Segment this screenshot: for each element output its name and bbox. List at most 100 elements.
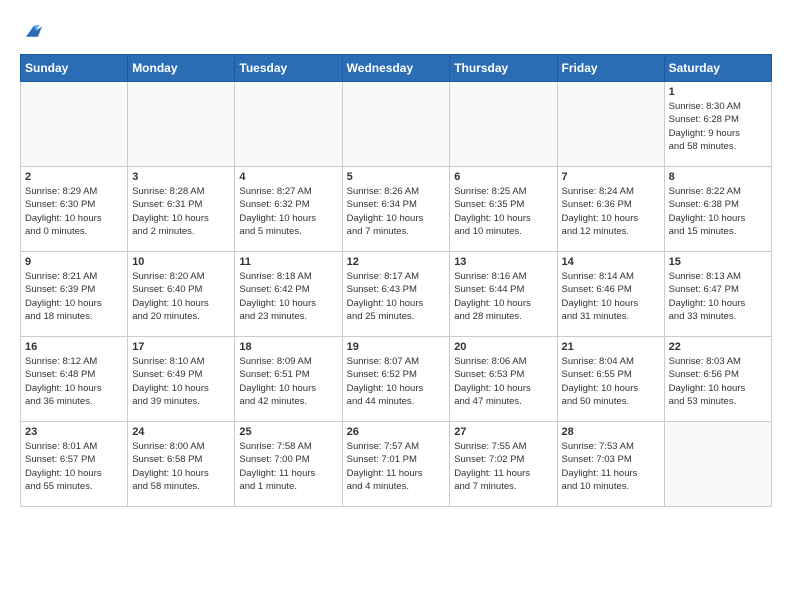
- day-info: Sunrise: 8:01 AM Sunset: 6:57 PM Dayligh…: [25, 440, 123, 493]
- day-number: 22: [669, 341, 767, 353]
- day-number: 8: [669, 171, 767, 183]
- calendar-cell-0-4: [450, 82, 557, 167]
- calendar-cell-1-1: 3 Sunrise: 8:28 AM Sunset: 6:31 PM Daylig…: [128, 167, 235, 252]
- day-number: 10: [132, 256, 230, 268]
- calendar-cell-4-3: 26 Sunrise: 7:57 AM Sunset: 7:01 PM Dayli…: [342, 422, 450, 507]
- calendar-cell-2-1: 10 Sunrise: 8:20 AM Sunset: 6:40 PM Dayli…: [128, 252, 235, 337]
- day-number: 9: [25, 256, 123, 268]
- calendar-cell-3-4: 20 Sunrise: 8:06 AM Sunset: 6:53 PM Dayli…: [450, 337, 557, 422]
- week-row-5: 23 Sunrise: 8:01 AM Sunset: 6:57 PM Dayli…: [21, 422, 772, 507]
- day-info: Sunrise: 8:09 AM Sunset: 6:51 PM Dayligh…: [239, 355, 337, 408]
- weekday-header-wednesday: Wednesday: [342, 55, 450, 82]
- calendar-cell-0-0: [21, 82, 128, 167]
- calendar-cell-2-4: 13 Sunrise: 8:16 AM Sunset: 6:44 PM Dayli…: [450, 252, 557, 337]
- calendar-cell-1-5: 7 Sunrise: 8:24 AM Sunset: 6:36 PM Daylig…: [557, 167, 664, 252]
- week-row-4: 16 Sunrise: 8:12 AM Sunset: 6:48 PM Dayli…: [21, 337, 772, 422]
- day-number: 24: [132, 426, 230, 438]
- calendar-cell-2-6: 15 Sunrise: 8:13 AM Sunset: 6:47 PM Dayli…: [664, 252, 771, 337]
- day-number: 28: [562, 426, 660, 438]
- header: [20, 20, 772, 44]
- calendar-cell-3-6: 22 Sunrise: 8:03 AM Sunset: 6:56 PM Dayli…: [664, 337, 771, 422]
- day-info: Sunrise: 8:20 AM Sunset: 6:40 PM Dayligh…: [132, 270, 230, 323]
- day-info: Sunrise: 8:21 AM Sunset: 6:39 PM Dayligh…: [25, 270, 123, 323]
- day-info: Sunrise: 8:25 AM Sunset: 6:35 PM Dayligh…: [454, 185, 552, 238]
- day-info: Sunrise: 8:00 AM Sunset: 6:58 PM Dayligh…: [132, 440, 230, 493]
- day-number: 23: [25, 426, 123, 438]
- weekday-header-row: SundayMondayTuesdayWednesdayThursdayFrid…: [21, 55, 772, 82]
- day-info: Sunrise: 8:14 AM Sunset: 6:46 PM Dayligh…: [562, 270, 660, 323]
- day-number: 4: [239, 171, 337, 183]
- day-number: 25: [239, 426, 337, 438]
- day-number: 13: [454, 256, 552, 268]
- calendar-cell-2-3: 12 Sunrise: 8:17 AM Sunset: 6:43 PM Dayli…: [342, 252, 450, 337]
- calendar-cell-4-4: 27 Sunrise: 7:55 AM Sunset: 7:02 PM Dayli…: [450, 422, 557, 507]
- day-number: 20: [454, 341, 552, 353]
- day-info: Sunrise: 8:13 AM Sunset: 6:47 PM Dayligh…: [669, 270, 767, 323]
- day-number: 19: [347, 341, 446, 353]
- weekday-header-thursday: Thursday: [450, 55, 557, 82]
- day-number: 26: [347, 426, 446, 438]
- day-info: Sunrise: 8:12 AM Sunset: 6:48 PM Dayligh…: [25, 355, 123, 408]
- calendar-cell-2-5: 14Sunrise: 8:14 AM Sunset: 6:46 PM Dayli…: [557, 252, 664, 337]
- day-info: Sunrise: 8:28 AM Sunset: 6:31 PM Dayligh…: [132, 185, 230, 238]
- calendar-cell-1-6: 8 Sunrise: 8:22 AM Sunset: 6:38 PM Daylig…: [664, 167, 771, 252]
- calendar-cell-4-5: 28 Sunrise: 7:53 AM Sunset: 7:03 PM Dayli…: [557, 422, 664, 507]
- calendar-cell-4-2: 25 Sunrise: 7:58 AM Sunset: 7:00 PM Dayli…: [235, 422, 342, 507]
- week-row-3: 9 Sunrise: 8:21 AM Sunset: 6:39 PM Daylig…: [21, 252, 772, 337]
- weekday-header-monday: Monday: [128, 55, 235, 82]
- calendar-cell-3-2: 18Sunrise: 8:09 AM Sunset: 6:51 PM Dayli…: [235, 337, 342, 422]
- day-info: Sunrise: 8:06 AM Sunset: 6:53 PM Dayligh…: [454, 355, 552, 408]
- week-row-1: 1Sunrise: 8:30 AM Sunset: 6:28 PM Daylig…: [21, 82, 772, 167]
- calendar-cell-0-5: [557, 82, 664, 167]
- day-info: Sunrise: 8:16 AM Sunset: 6:44 PM Dayligh…: [454, 270, 552, 323]
- day-number: 3: [132, 171, 230, 183]
- calendar-cell-1-2: 4 Sunrise: 8:27 AM Sunset: 6:32 PM Daylig…: [235, 167, 342, 252]
- calendar-cell-1-4: 6 Sunrise: 8:25 AM Sunset: 6:35 PM Daylig…: [450, 167, 557, 252]
- day-info: Sunrise: 8:27 AM Sunset: 6:32 PM Dayligh…: [239, 185, 337, 238]
- calendar-cell-3-0: 16 Sunrise: 8:12 AM Sunset: 6:48 PM Dayli…: [21, 337, 128, 422]
- calendar-cell-0-1: [128, 82, 235, 167]
- day-number: 7: [562, 171, 660, 183]
- day-number: 2: [25, 171, 123, 183]
- day-number: 15: [669, 256, 767, 268]
- calendar-cell-4-6: [664, 422, 771, 507]
- day-number: 27: [454, 426, 552, 438]
- day-info: Sunrise: 7:57 AM Sunset: 7:01 PM Dayligh…: [347, 440, 446, 493]
- calendar-cell-2-0: 9 Sunrise: 8:21 AM Sunset: 6:39 PM Daylig…: [21, 252, 128, 337]
- day-info: Sunrise: 8:26 AM Sunset: 6:34 PM Dayligh…: [347, 185, 446, 238]
- day-info: Sunrise: 7:55 AM Sunset: 7:02 PM Dayligh…: [454, 440, 552, 493]
- day-info: Sunrise: 7:53 AM Sunset: 7:03 PM Dayligh…: [562, 440, 660, 493]
- weekday-header-sunday: Sunday: [21, 55, 128, 82]
- day-info: Sunrise: 8:29 AM Sunset: 6:30 PM Dayligh…: [25, 185, 123, 238]
- day-info: Sunrise: 8:17 AM Sunset: 6:43 PM Dayligh…: [347, 270, 446, 323]
- day-number: 16: [25, 341, 123, 353]
- day-info: Sunrise: 8:07 AM Sunset: 6:52 PM Dayligh…: [347, 355, 446, 408]
- day-number: 11: [239, 256, 337, 268]
- day-number: 21: [562, 341, 660, 353]
- day-number: 6: [454, 171, 552, 183]
- calendar-cell-3-5: 21Sunrise: 8:04 AM Sunset: 6:55 PM Dayli…: [557, 337, 664, 422]
- calendar-cell-0-3: [342, 82, 450, 167]
- weekday-header-saturday: Saturday: [664, 55, 771, 82]
- day-number: 1: [669, 86, 767, 98]
- logo: [20, 20, 46, 44]
- calendar-cell-0-2: [235, 82, 342, 167]
- calendar-cell-1-0: 2 Sunrise: 8:29 AM Sunset: 6:30 PM Daylig…: [21, 167, 128, 252]
- logo-bird-icon: [22, 20, 46, 44]
- calendar-table: SundayMondayTuesdayWednesdayThursdayFrid…: [20, 54, 772, 507]
- weekday-header-friday: Friday: [557, 55, 664, 82]
- day-number: 12: [347, 256, 446, 268]
- day-info: Sunrise: 7:58 AM Sunset: 7:00 PM Dayligh…: [239, 440, 337, 493]
- week-row-2: 2 Sunrise: 8:29 AM Sunset: 6:30 PM Daylig…: [21, 167, 772, 252]
- calendar-cell-4-0: 23 Sunrise: 8:01 AM Sunset: 6:57 PM Dayli…: [21, 422, 128, 507]
- day-info: Sunrise: 8:10 AM Sunset: 6:49 PM Dayligh…: [132, 355, 230, 408]
- calendar-cell-1-3: 5Sunrise: 8:26 AM Sunset: 6:34 PM Daylig…: [342, 167, 450, 252]
- calendar-cell-4-1: 24 Sunrise: 8:00 AM Sunset: 6:58 PM Dayli…: [128, 422, 235, 507]
- day-number: 17: [132, 341, 230, 353]
- day-info: Sunrise: 8:22 AM Sunset: 6:38 PM Dayligh…: [669, 185, 767, 238]
- day-info: Sunrise: 8:03 AM Sunset: 6:56 PM Dayligh…: [669, 355, 767, 408]
- day-info: Sunrise: 8:24 AM Sunset: 6:36 PM Dayligh…: [562, 185, 660, 238]
- day-info: Sunrise: 8:18 AM Sunset: 6:42 PM Dayligh…: [239, 270, 337, 323]
- calendar-cell-3-3: 19 Sunrise: 8:07 AM Sunset: 6:52 PM Dayli…: [342, 337, 450, 422]
- calendar-cell-0-6: 1Sunrise: 8:30 AM Sunset: 6:28 PM Daylig…: [664, 82, 771, 167]
